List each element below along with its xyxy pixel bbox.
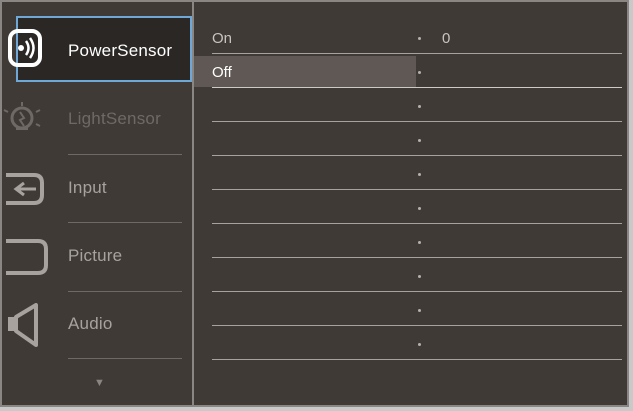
option-label: On: [212, 30, 233, 47]
row-divider: [212, 121, 622, 122]
option-off[interactable]: Off: [194, 56, 622, 88]
option-dot-icon: [418, 105, 421, 108]
option-dot-icon: [418, 309, 421, 312]
option-label: Off: [212, 64, 232, 81]
empty-row: [212, 226, 622, 258]
option-dot-icon: [418, 343, 421, 346]
sidebar-item-lightsensor[interactable]: LightSensor: [2, 87, 190, 153]
option-dot-icon: [418, 275, 421, 278]
sidebar-item-audio[interactable]: Audio: [2, 292, 190, 358]
sidebar-item-label: Audio: [68, 314, 113, 333]
empty-row: [212, 158, 622, 190]
row-divider: [212, 53, 622, 54]
picture-icon: [2, 235, 50, 279]
sidebar-item-picture[interactable]: Picture: [2, 224, 190, 290]
row-divider: [212, 291, 622, 292]
osd-menu: PowerSensor LightSensor Input Picture Au…: [0, 0, 629, 407]
empty-row: [212, 294, 622, 326]
empty-row: [212, 90, 622, 122]
option-dot-icon: [418, 173, 421, 176]
option-dot-icon: [418, 207, 421, 210]
row-divider: [212, 189, 622, 190]
sidebar-item-label: PowerSensor: [68, 41, 173, 60]
sidebar-item-powersensor[interactable]: PowerSensor: [8, 16, 192, 82]
row-divider: [212, 359, 622, 360]
sidebar-divider: [68, 154, 182, 155]
option-dot-icon: [418, 37, 421, 40]
light-sensor-icon: [2, 98, 50, 142]
empty-row: [212, 124, 622, 156]
row-divider: [212, 87, 622, 88]
option-dot-icon: [418, 139, 421, 142]
empty-row: [212, 328, 622, 360]
empty-row: [212, 260, 622, 292]
input-icon: [2, 167, 50, 211]
row-divider: [212, 155, 622, 156]
options-panel: On 0 Off: [194, 2, 627, 405]
sidebar-item-label: Picture: [68, 246, 123, 265]
sidebar-item-label: LightSensor: [68, 109, 161, 128]
row-divider: [212, 325, 622, 326]
option-on[interactable]: On 0: [212, 22, 622, 54]
scroll-down-icon[interactable]: ▼: [94, 377, 105, 389]
sidebar-item-label: Input: [68, 178, 107, 197]
audio-icon: [2, 303, 50, 347]
sidebar: PowerSensor LightSensor Input Picture Au…: [2, 2, 194, 405]
sidebar-divider: [68, 358, 182, 359]
row-divider: [212, 223, 622, 224]
empty-row: [212, 192, 622, 224]
sidebar-divider: [68, 222, 182, 223]
row-divider: [212, 257, 622, 258]
option-dot-icon: [418, 241, 421, 244]
option-value: 0: [442, 30, 451, 47]
sidebar-item-input[interactable]: Input: [2, 156, 190, 222]
option-dot-icon: [418, 71, 421, 74]
power-sensor-icon: [6, 27, 54, 71]
